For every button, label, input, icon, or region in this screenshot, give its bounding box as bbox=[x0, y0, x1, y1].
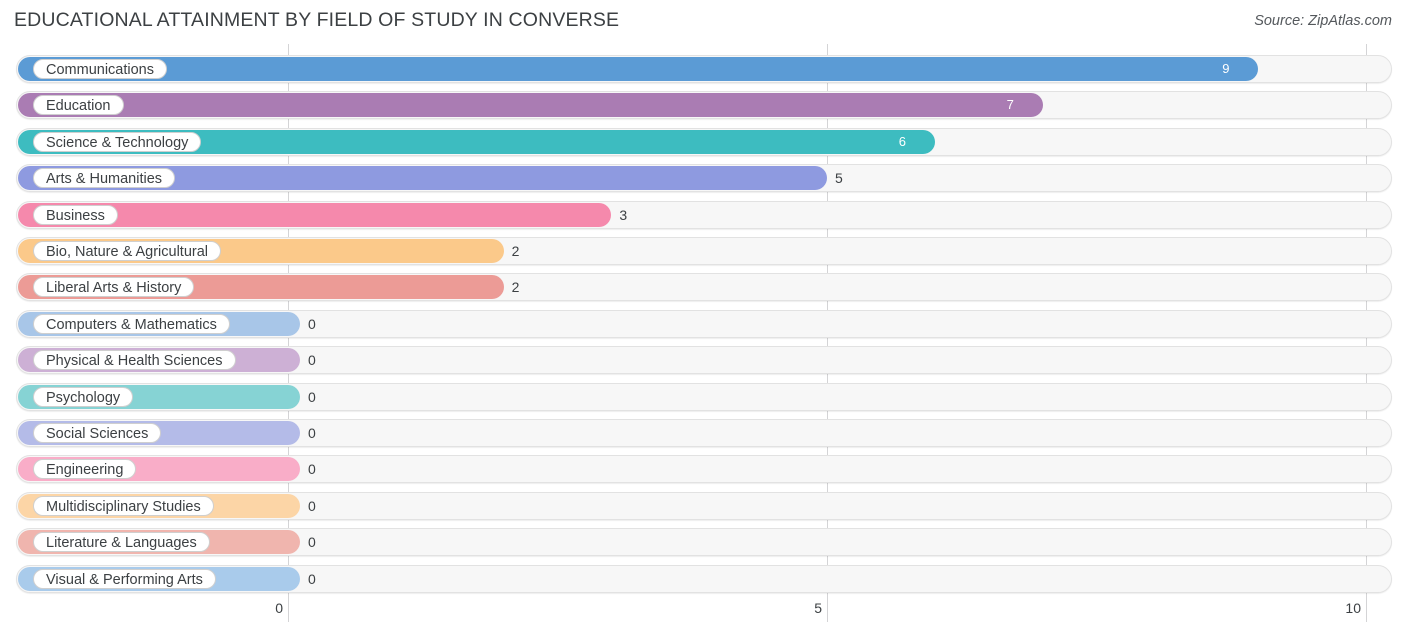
value-label: 0 bbox=[308, 352, 316, 369]
value-label: 0 bbox=[308, 497, 316, 514]
table-row[interactable]: Engineering 0 bbox=[16, 455, 1392, 484]
table-row[interactable]: Visual & Performing Arts 0 bbox=[16, 564, 1392, 593]
table-row[interactable]: Physical & Health Sciences 0 bbox=[16, 346, 1392, 375]
table-row[interactable]: Liberal Arts & History 2 bbox=[16, 273, 1392, 302]
bar-rows: Communications 9 Education 7 Science & Techn… bbox=[0, 44, 1406, 596]
table-row[interactable]: Science & Technology 6 bbox=[16, 127, 1392, 156]
table-row[interactable]: Multidisciplinary Studies 0 bbox=[16, 491, 1392, 520]
table-row[interactable]: Arts & Humanities 5 bbox=[16, 164, 1392, 193]
table-row[interactable]: Literature & Languages 0 bbox=[16, 528, 1392, 557]
value-label: 0 bbox=[308, 425, 316, 441]
chart-plot-area: Communications 9 Education 7 Science & Techn… bbox=[0, 44, 1406, 596]
category-label: Bio, Nature & Agricultural bbox=[33, 241, 221, 261]
category-label: Literature & Languages bbox=[33, 532, 210, 553]
value-bar[interactable] bbox=[18, 57, 1259, 81]
table-row[interactable]: Business 3 bbox=[16, 200, 1392, 229]
value-bar[interactable] bbox=[18, 93, 1043, 118]
value-label: 0 bbox=[308, 570, 316, 587]
axis-tick-line bbox=[827, 596, 828, 622]
value-label: 5 bbox=[835, 170, 843, 187]
category-label: Arts & Humanities bbox=[33, 168, 176, 189]
category-label: Education bbox=[33, 95, 124, 116]
category-label: Social Sciences bbox=[33, 423, 162, 443]
category-label: Visual & Performing Arts bbox=[33, 568, 216, 589]
category-label: Computers & Mathematics bbox=[33, 313, 230, 334]
category-label: Engineering bbox=[33, 459, 137, 480]
category-label: Science & Technology bbox=[33, 131, 202, 152]
value-label: 9 bbox=[1222, 61, 1230, 76]
category-label: Multidisciplinary Studies bbox=[33, 495, 214, 516]
category-label: Business bbox=[33, 204, 118, 225]
table-row[interactable]: Psychology 0 bbox=[16, 382, 1392, 411]
axis-tick-label: 0 bbox=[275, 600, 283, 616]
table-row[interactable]: Social Sciences 0 bbox=[16, 419, 1392, 447]
value-label: 7 bbox=[1006, 97, 1014, 113]
axis-tick-line bbox=[288, 596, 289, 622]
axis-tick-label: 5 bbox=[814, 600, 822, 616]
value-label: 2 bbox=[511, 243, 520, 259]
page-title: EDUCATIONAL ATTAINMENT BY FIELD OF STUDY… bbox=[14, 9, 620, 31]
source-attribution: Source: ZipAtlas.com bbox=[1254, 13, 1392, 29]
table-row[interactable]: Bio, Nature & Agricultural 2 bbox=[16, 237, 1392, 265]
category-label: Liberal Arts & History bbox=[33, 277, 195, 298]
value-label: 0 bbox=[308, 315, 316, 332]
chart-header: EDUCATIONAL ATTAINMENT BY FIELD OF STUDY… bbox=[0, 0, 1406, 44]
table-row[interactable]: Computers & Mathematics 0 bbox=[16, 309, 1392, 338]
table-row[interactable]: Education 7 bbox=[16, 91, 1392, 120]
value-label: 2 bbox=[511, 279, 520, 296]
value-label: 0 bbox=[308, 534, 316, 551]
table-row[interactable]: Communications 9 bbox=[16, 55, 1392, 83]
category-label: Physical & Health Sciences bbox=[33, 350, 236, 371]
value-label: 6 bbox=[898, 133, 907, 149]
value-label: 3 bbox=[619, 206, 628, 223]
category-label: Communications bbox=[33, 59, 167, 79]
category-label: Psychology bbox=[33, 386, 134, 407]
axis-tick-line bbox=[1366, 596, 1367, 622]
value-label: 0 bbox=[308, 388, 316, 405]
value-label: 0 bbox=[308, 461, 316, 478]
axis-tick-label: 10 bbox=[1345, 600, 1361, 616]
x-axis: 0 5 10 bbox=[0, 596, 1406, 631]
